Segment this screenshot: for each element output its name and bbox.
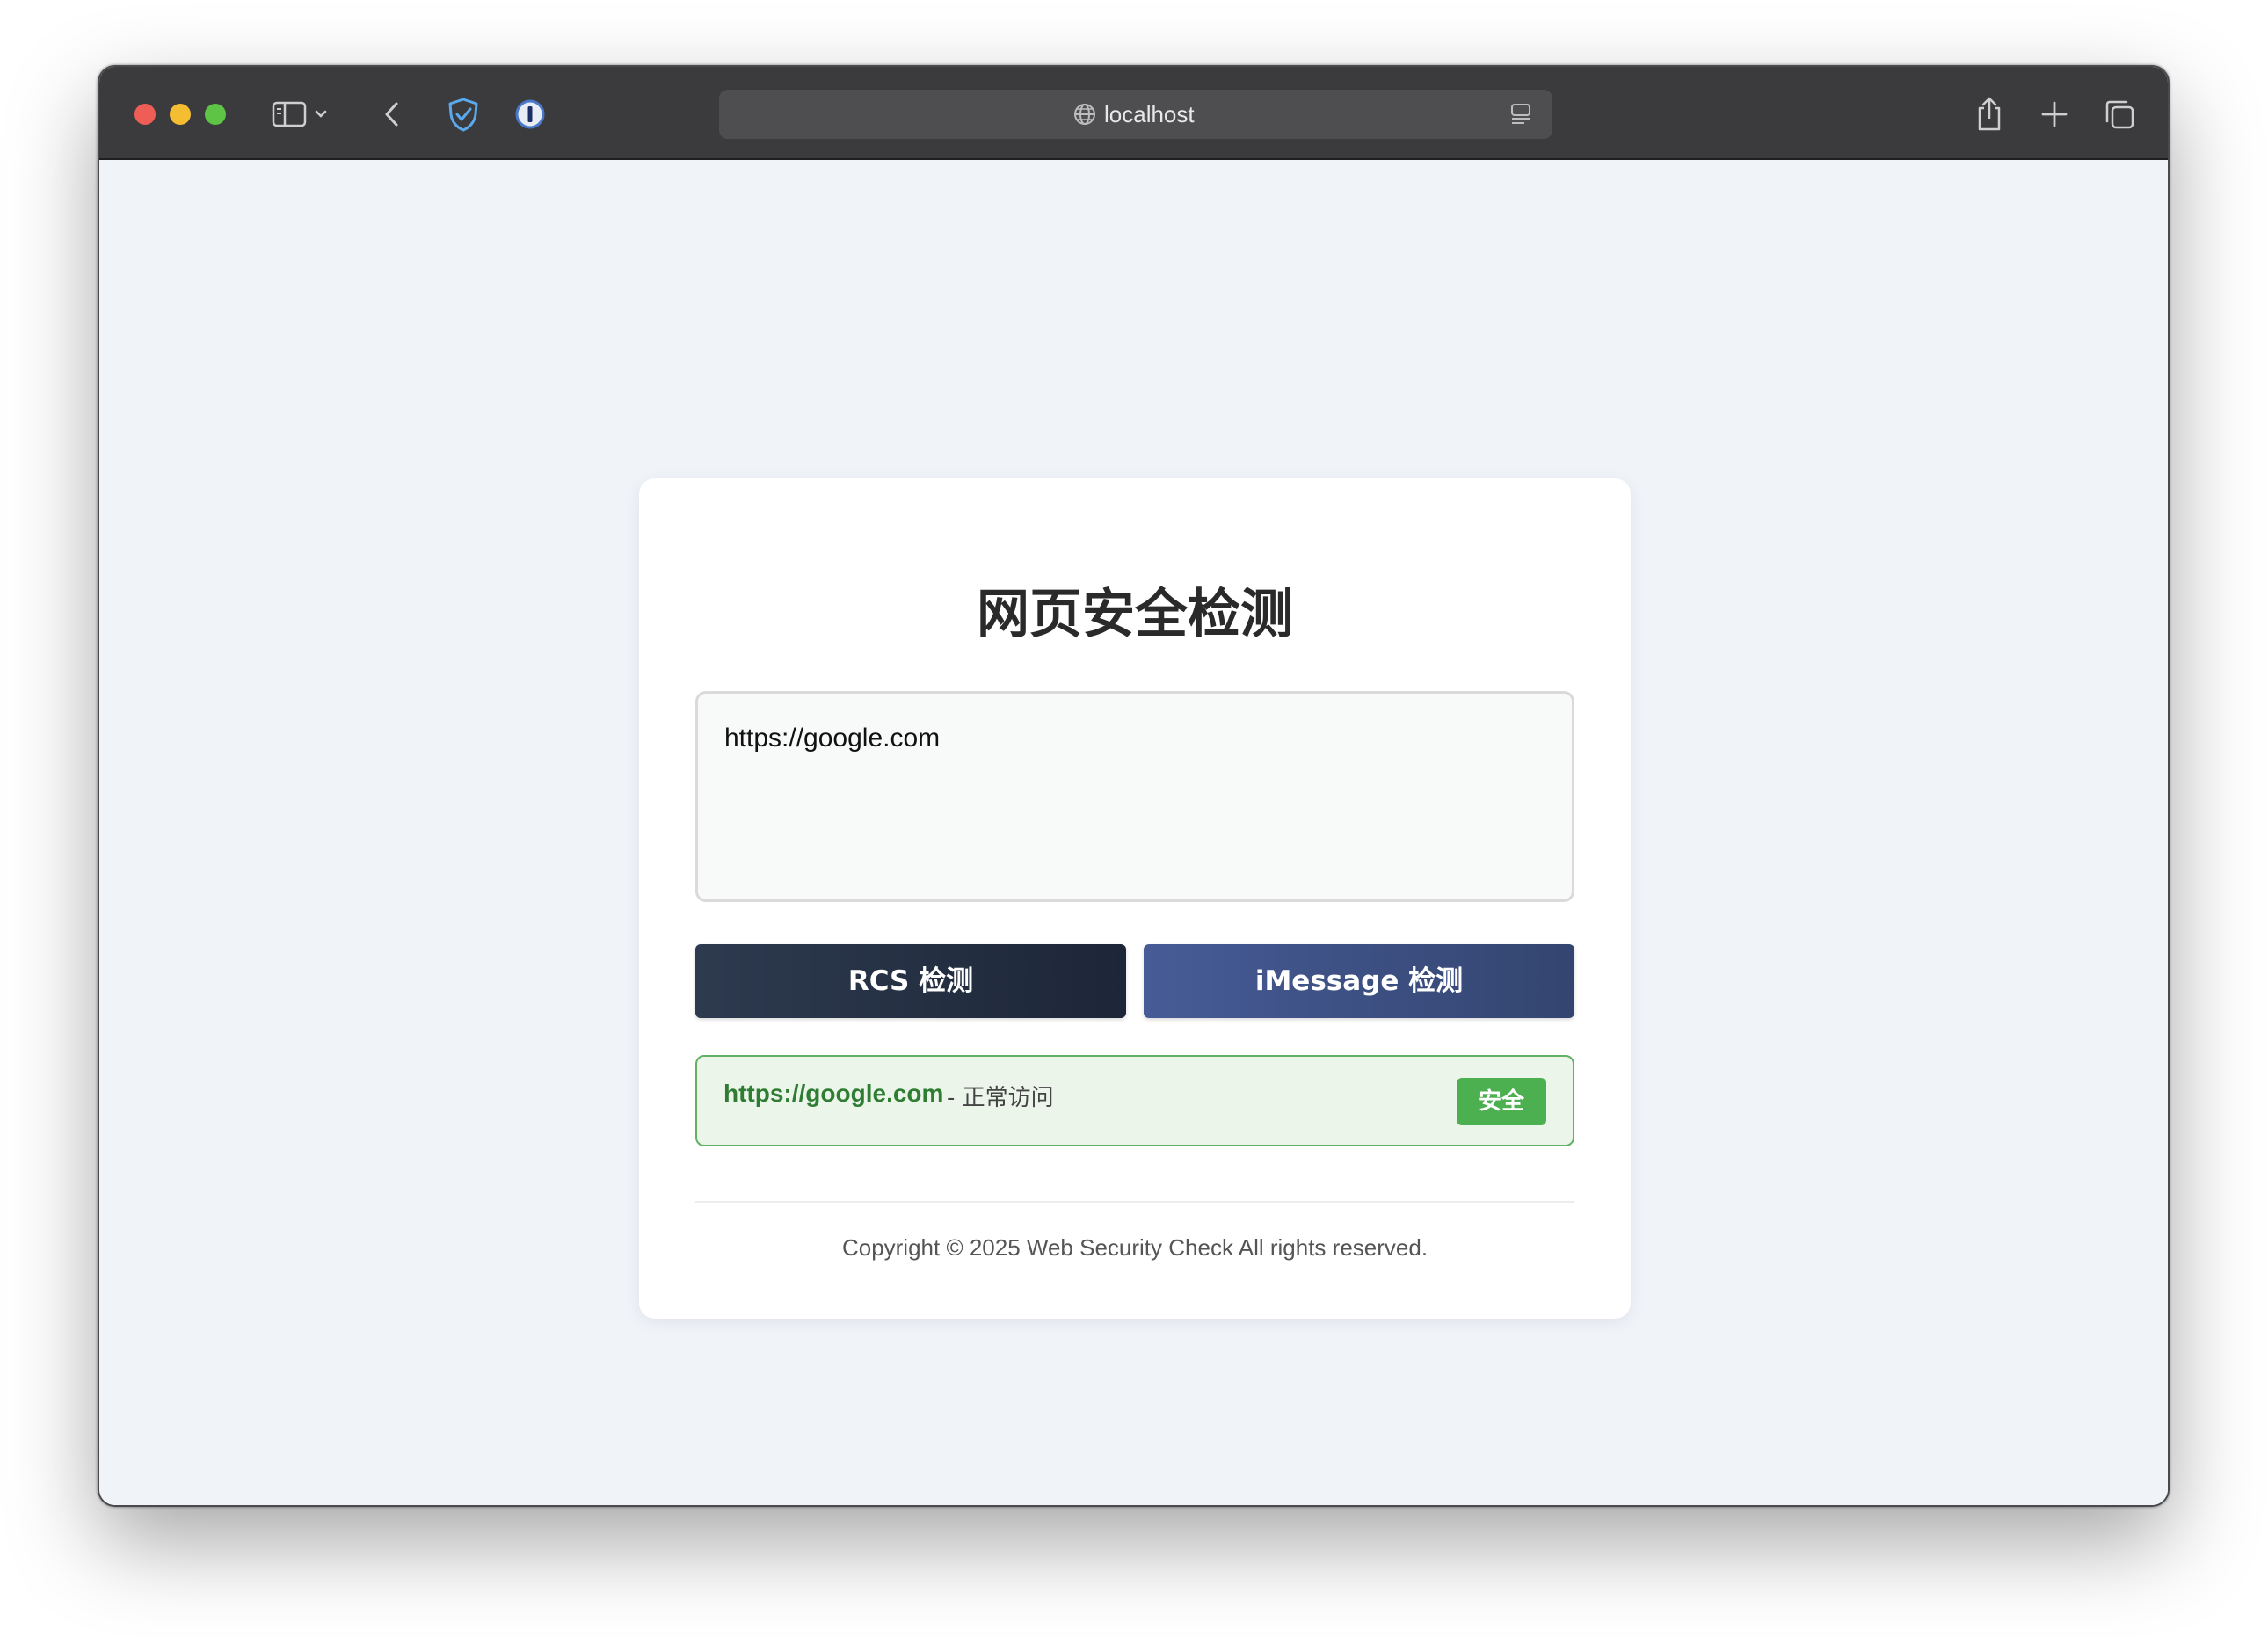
maximize-window-button[interactable] [205, 104, 226, 125]
page-title: 网页安全检测 [977, 584, 1293, 645]
security-check-card: 网页安全检测 https://google.com RCS 检测 iMessag… [639, 478, 1631, 1319]
globe-icon [1072, 102, 1097, 131]
page-content: 网页安全检测 https://google.com RCS 检测 iMessag… [99, 160, 2168, 1505]
imessage-check-button[interactable]: iMessage 检测 [1144, 944, 1574, 1018]
password-manager-icon[interactable] [512, 88, 548, 141]
result-url: https://google.com [723, 1080, 944, 1107]
result-item: https://google.com - 正常访问 安全 [695, 1055, 1574, 1146]
close-window-button[interactable] [134, 104, 156, 125]
rcs-check-button[interactable]: RCS 检测 [695, 944, 1126, 1018]
browser-toolbar: localhost [99, 67, 2168, 160]
tab-overview-icon[interactable] [2102, 88, 2137, 141]
minimize-window-button[interactable] [170, 104, 191, 125]
url-input[interactable]: https://google.com [695, 691, 1574, 902]
safe-status-badge: 安全 [1457, 1078, 1546, 1125]
reader-mode-icon[interactable] [1508, 102, 1533, 131]
sidebar-toggle-icon[interactable] [270, 88, 309, 141]
new-tab-plus-icon[interactable] [2037, 88, 2072, 141]
browser-window: localhost 网页安全检测 https://google.com RCS … [98, 65, 2170, 1507]
footer-divider [695, 1201, 1574, 1203]
url-text: localhost [1104, 101, 1195, 127]
copyright-footer: Copyright © 2025 Web Security Check All … [841, 1234, 1428, 1261]
chevron-down-icon[interactable] [312, 88, 330, 141]
back-arrow-icon[interactable] [379, 88, 405, 141]
address-bar[interactable]: localhost [719, 90, 1552, 139]
shield-check-icon[interactable] [446, 88, 481, 141]
result-description: - 正常访问 [947, 1085, 1054, 1111]
share-icon[interactable] [1972, 88, 2007, 141]
